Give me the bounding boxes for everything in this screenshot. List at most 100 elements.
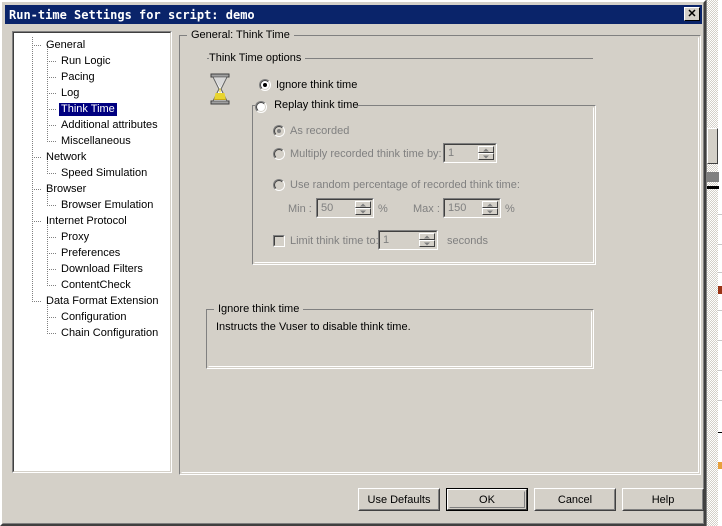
limit-think-time-value[interactable]: 1 (379, 231, 419, 249)
tree-item-label: Pacing (61, 70, 95, 83)
background-row-line (718, 340, 722, 341)
limit-think-time-spinner[interactable]: 1 (378, 230, 438, 250)
background-row-line (718, 400, 722, 401)
as-recorded-label[interactable]: As recorded (290, 125, 349, 138)
tree-item-contentcheck[interactable]: ContentCheck (14, 277, 170, 293)
tree-item-label: Speed Simulation (61, 166, 148, 179)
min-percentage-spinner[interactable]: 50 (316, 198, 374, 218)
background-row-line (718, 370, 722, 371)
cancel-button[interactable]: Cancel (534, 488, 616, 511)
description-group: Ignore think time Instructs the Vuser to… (206, 303, 594, 369)
min-spinner-up-button[interactable] (355, 201, 371, 208)
background-scrollbar-track[interactable] (707, 0, 718, 526)
tree-item-network[interactable]: Network (14, 149, 170, 165)
title-bar-buttons: ✕ (684, 7, 700, 21)
random-percentage-radio[interactable] (273, 179, 285, 191)
replay-think-time-label[interactable]: Replay think time (274, 99, 358, 111)
run-time-settings-dialog: Run-time Settings for script: demo ✕ Gen… (0, 0, 706, 526)
tree-item-label: ContentCheck (61, 278, 131, 291)
settings-tree[interactable]: General Run Logic Pacing Log Think Time Addit… (14, 37, 170, 341)
help-button[interactable]: Help (622, 488, 704, 511)
tree-item-label: General (46, 38, 86, 51)
settings-tree-panel[interactable]: General Run Logic Pacing Log Think Time Addit… (12, 31, 172, 473)
ignore-think-time-radio[interactable] (259, 79, 271, 91)
tree-item-label: Preferences (61, 246, 121, 259)
tree-item-general[interactable]: General (14, 37, 170, 53)
tree-item-chain-configuration[interactable]: Chain Configuration (14, 325, 170, 341)
as-recorded-radio[interactable] (273, 125, 285, 137)
use-defaults-button[interactable]: Use Defaults (358, 488, 440, 511)
window-title: Run-time Settings for script: demo (9, 7, 255, 22)
multiply-think-time-spinner[interactable]: 1 (443, 143, 497, 163)
hourglass-icon (208, 73, 232, 105)
tree-item-proxy[interactable]: Proxy (14, 229, 170, 245)
tree-item-miscellaneous[interactable]: Miscellaneous (14, 133, 170, 149)
tree-item-preferences[interactable]: Preferences (14, 245, 170, 261)
close-icon[interactable]: ✕ (684, 7, 700, 21)
multiply-spinner-down-button[interactable] (478, 153, 494, 160)
min-label: Min : (288, 203, 312, 215)
limit-think-time-checkbox[interactable] (273, 235, 285, 247)
tree-item-label: Proxy (61, 230, 90, 243)
background-red-chip (718, 286, 722, 294)
background-row-line (718, 272, 722, 273)
multiply-think-time-value[interactable]: 1 (444, 144, 478, 162)
multiply-think-time-radio[interactable] (273, 148, 285, 160)
background-window (706, 0, 722, 526)
limit-seconds-unit: seconds (447, 235, 488, 247)
tree-item-pacing[interactable]: Pacing (14, 69, 170, 85)
tree-item-label: Network (46, 150, 87, 163)
ignore-think-time-label[interactable]: Ignore think time (276, 79, 357, 92)
tree-item-internet-protocol[interactable]: Internet Protocol (14, 213, 170, 229)
tree-item-label: Download Filters (61, 262, 143, 275)
max-percentage-value[interactable]: 150 (444, 199, 482, 217)
replay-think-time-title-backdrop: Replay think time (255, 99, 358, 113)
tree-item-think-time[interactable]: Think Time (14, 101, 170, 117)
tree-item-label: Chain Configuration (61, 326, 159, 339)
max-percentage-spinner[interactable]: 150 (443, 198, 501, 218)
tree-item-label: Run Logic (61, 54, 111, 67)
background-row-line (718, 244, 722, 245)
think-time-options-label: Think Time options (209, 52, 306, 64)
random-percentage-label[interactable]: Use random percentage of recorded think … (290, 179, 520, 192)
tree-item-label: Log (61, 86, 80, 99)
general-think-time-group-title: General: Think Time (187, 29, 294, 41)
description-group-title: Ignore think time (214, 303, 304, 315)
tree-item-speed-simulation[interactable]: Speed Simulation (14, 165, 170, 181)
min-percentage-value[interactable]: 50 (317, 199, 355, 217)
max-label: Max : (413, 203, 440, 215)
tree-item-download-filters[interactable]: Download Filters (14, 261, 170, 277)
tree-item-label: Browser Emulation (61, 198, 154, 211)
limit-spinner-down-button[interactable] (419, 240, 435, 247)
tree-item-label: Internet Protocol (46, 214, 127, 227)
tree-item-run-logic[interactable]: Run Logic (14, 53, 170, 69)
tree-item-label: Data Format Extension (46, 294, 159, 307)
min-spinner-down-button[interactable] (355, 208, 371, 215)
tree-item-additional-attributes[interactable]: Additional attributes (14, 117, 170, 133)
limit-think-time-label[interactable]: Limit think time to: (290, 235, 379, 248)
tree-item-label: Miscellaneous (61, 134, 131, 147)
description-text: Instructs the Vuser to disable think tim… (216, 321, 411, 333)
background-orange-chip (718, 462, 722, 469)
background-black-line (707, 186, 719, 189)
max-spinner-down-button[interactable] (482, 208, 498, 215)
background-row-line (718, 310, 722, 311)
multiply-spinner-up-button[interactable] (478, 146, 494, 153)
tree-item-data-format-extension[interactable]: Data Format Extension (14, 293, 170, 309)
ok-button-label: OK (479, 493, 495, 506)
replay-think-time-radio[interactable] (255, 101, 267, 113)
title-bar: Run-time Settings for script: demo ✕ (5, 5, 702, 24)
tree-item-configuration[interactable]: Configuration (14, 309, 170, 325)
tree-item-browser[interactable]: Browser (14, 181, 170, 197)
max-spinner-up-button[interactable] (482, 201, 498, 208)
limit-spinner-up-button[interactable] (419, 233, 435, 240)
background-scrollbar-thumb[interactable] (707, 128, 718, 164)
tree-item-log[interactable]: Log (14, 85, 170, 101)
tree-item-browser-emulation[interactable]: Browser Emulation (14, 197, 170, 213)
ok-button[interactable]: OK (446, 488, 528, 511)
background-row-line (718, 214, 722, 215)
tree-item-label: Think Time (59, 102, 117, 116)
tree-item-label: Browser (46, 182, 87, 195)
multiply-think-time-label[interactable]: Multiply recorded think time by: (290, 148, 442, 161)
tree-item-label: Additional attributes (61, 118, 158, 131)
